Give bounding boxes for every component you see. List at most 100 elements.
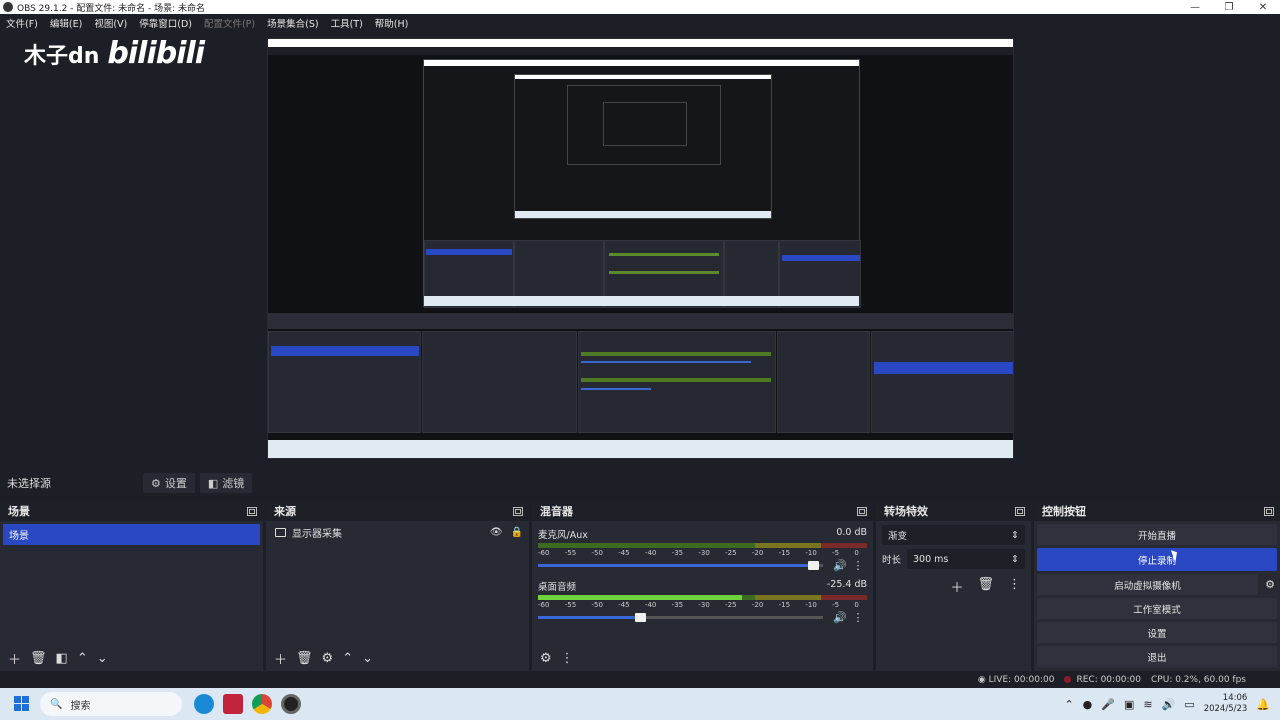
meter-tick-label: -60: [538, 549, 550, 557]
monitor-icon: [275, 527, 286, 537]
start-virtual-camera-button[interactable]: 启动虚拟摄像机: [1037, 574, 1258, 595]
meter-tick-label: -40: [644, 549, 657, 557]
mixer-channel: 桌面音频 -25.4 dB -60 -55 -50 -45 -40 -35 -30 -25 -2…: [532, 579, 873, 625]
status-bar: ◉ LIVE: 00:00:00 REC: 00:00:00 CPU: 0.2%…: [0, 671, 1280, 688]
preview-scenes-panel: [268, 331, 421, 433]
search-placeholder: 搜索: [70, 700, 91, 712]
source-properties-button[interactable]: ⚙ 设置: [143, 473, 195, 493]
lock-icon[interactable]: 🔒: [511, 527, 523, 538]
battery-icon[interactable]: ▭: [1184, 698, 1194, 711]
remove-transition-icon[interactable]: 🗑: [977, 577, 994, 596]
nested-capture: [514, 74, 772, 219]
mixer-title: 混音器: [540, 505, 573, 518]
transition-type-select[interactable]: 渐变 ⇕: [882, 525, 1025, 545]
remove-source-icon[interactable]: 🗑: [296, 651, 313, 666]
menu-scene-collection[interactable]: 场景集合(S): [261, 16, 324, 30]
undock-icon[interactable]: [513, 506, 523, 516]
move-up-icon[interactable]: ⌃: [342, 651, 353, 666]
speaker-icon[interactable]: 🔊: [831, 559, 849, 572]
meter-tick-label: -55: [564, 601, 577, 609]
undock-icon[interactable]: [247, 506, 257, 516]
exit-button[interactable]: 退出: [1037, 646, 1277, 667]
preview-canvas[interactable]: [267, 38, 1014, 459]
tray-app-icon[interactable]: ▣: [1124, 698, 1134, 711]
more-options-icon[interactable]: ⋮: [561, 651, 574, 666]
undock-icon[interactable]: [1015, 506, 1025, 516]
notification-bell-icon[interactable]: 🔔: [1256, 698, 1270, 711]
live-status: ◉ LIVE: 00:00:00: [977, 674, 1055, 685]
move-down-icon[interactable]: ⌄: [97, 651, 108, 666]
meter-tick-label: -10: [805, 601, 817, 609]
add-scene-icon[interactable]: ＋: [8, 649, 21, 668]
spin-arrows-icon[interactable]: ⇕: [1011, 554, 1019, 565]
nested-capture: [423, 59, 861, 308]
chrome-browser-icon[interactable]: [252, 694, 272, 714]
duration-spinbox[interactable]: 300 ms ⇕: [907, 549, 1025, 569]
tray-app-icon[interactable]: ●: [1083, 698, 1093, 711]
meter-tick-label: -30: [698, 601, 710, 609]
slider-knob[interactable]: [634, 613, 646, 622]
close-button[interactable]: ✕: [1246, 2, 1280, 13]
undock-icon[interactable]: [857, 506, 867, 516]
wifi-icon[interactable]: ≋: [1143, 698, 1152, 711]
settings-button[interactable]: 设置: [1037, 622, 1277, 643]
undock-icon[interactable]: [1264, 506, 1274, 516]
source-list-item[interactable]: 显示器采集 👁 🔒: [266, 521, 529, 543]
microphone-icon[interactable]: 🎤: [1101, 698, 1115, 711]
virtual-camera-settings-gear-icon[interactable]: ⚙: [1260, 578, 1280, 591]
meter-tick-label: -5: [832, 549, 840, 557]
menu-view[interactable]: 视图(V): [88, 16, 133, 30]
app-icon[interactable]: [223, 694, 243, 714]
studio-mode-button[interactable]: 工作室模式: [1037, 598, 1277, 619]
volume-icon[interactable]: 🔊: [1162, 698, 1176, 711]
taskbar-clock[interactable]: 14:06 2024/5/23: [1204, 693, 1248, 715]
visibility-eye-icon[interactable]: 👁: [490, 527, 503, 538]
add-transition-icon[interactable]: ＋: [950, 577, 963, 596]
scene-transitions-dock: 转场特效 渐变 ⇕ 时长 300 ms ⇕ ＋ 🗑 ⋮: [876, 501, 1031, 671]
scene-list-item[interactable]: 场景: [3, 524, 260, 545]
virtual-cam-row: 启动虚拟摄像机 ⚙: [1034, 571, 1280, 595]
advanced-audio-gear-icon[interactable]: ⚙: [540, 651, 552, 666]
more-options-icon[interactable]: ⋮: [849, 611, 867, 624]
stop-recording-button[interactable]: 停止录制: [1037, 548, 1277, 571]
edge-browser-icon[interactable]: [194, 694, 214, 714]
meter-tick-label: -55: [564, 549, 577, 557]
duration-label: 时长: [882, 555, 902, 566]
transitions-dock-header: 转场特效: [876, 501, 1031, 521]
menu-docks[interactable]: 停靠窗口(D): [133, 16, 198, 30]
remove-scene-icon[interactable]: 🗑: [30, 651, 47, 666]
scene-filters-icon[interactable]: ◧: [56, 651, 68, 666]
controls-dock-header: 控制按钮: [1034, 501, 1280, 521]
transitions-title: 转场特效: [884, 505, 928, 518]
menu-profile[interactable]: 配置文件(P): [198, 16, 261, 30]
obs-taskbar-icon[interactable]: [281, 694, 301, 714]
add-source-icon[interactable]: ＋: [274, 649, 287, 668]
speaker-icon[interactable]: 🔊: [831, 611, 849, 624]
windows-start-icon[interactable]: [14, 696, 30, 712]
menu-help[interactable]: 帮助(H): [369, 16, 415, 30]
meter-tick-label: -25: [725, 549, 737, 557]
meter-tick-label: -60: [538, 601, 550, 609]
move-up-icon[interactable]: ⌃: [77, 651, 88, 666]
start-streaming-button[interactable]: 开始直播: [1037, 524, 1277, 545]
volume-slider[interactable]: [538, 613, 823, 622]
menu-file[interactable]: 文件(F): [0, 16, 44, 30]
slider-knob[interactable]: [808, 561, 820, 570]
minimize-button[interactable]: —: [1178, 2, 1212, 13]
chevron-up-icon[interactable]: ⌃: [1064, 698, 1073, 711]
volume-slider[interactable]: [538, 561, 823, 570]
mixer-toolbar: ⚙ ⋮: [532, 645, 873, 671]
source-filters-button[interactable]: ◧ 滤镜: [199, 473, 253, 493]
move-down-icon[interactable]: ⌄: [362, 651, 373, 666]
taskbar-search-box[interactable]: 🔍 搜索: [40, 692, 182, 716]
source-properties-icon[interactable]: ⚙: [322, 651, 334, 666]
maximize-button[interactable]: ❐: [1212, 2, 1246, 13]
menu-tools[interactable]: 工具(T): [325, 16, 369, 30]
more-options-icon[interactable]: ⋮: [849, 559, 867, 572]
menu-bar: 文件(F) 编辑(E) 视图(V) 停靠窗口(D) 配置文件(P) 场景集合(S…: [0, 14, 1280, 32]
search-icon: 🔍: [50, 698, 63, 710]
menu-edit[interactable]: 编辑(E): [44, 16, 88, 30]
window-title: OBS 29.1.2 - 配置文件: 未命名 - 场景: 未命名: [17, 3, 206, 14]
nested-taskbar: [515, 211, 771, 218]
transition-properties-icon[interactable]: ⋮: [1008, 577, 1021, 596]
